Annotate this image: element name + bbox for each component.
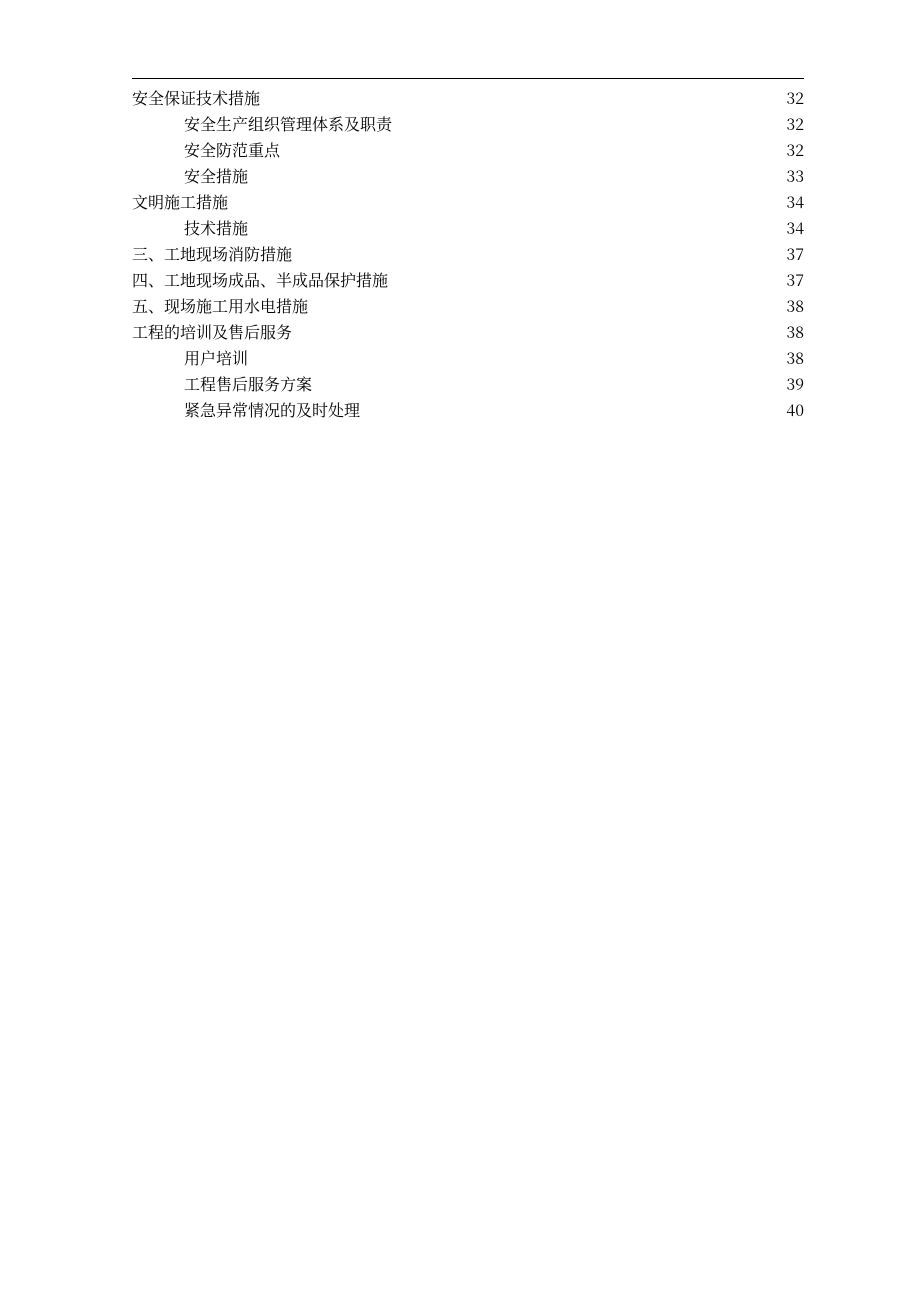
toc-entry-title: 工程售后服务方案: [132, 371, 312, 397]
toc-entry-page: 32: [786, 137, 804, 163]
toc-entry-title: 技术措施: [132, 215, 248, 241]
toc-entry: 安全生产组织管理体系及职责 32: [132, 111, 804, 137]
toc-leader: [294, 322, 784, 338]
toc-leader: [310, 296, 784, 312]
toc-entry-title: 文明施工措施: [132, 189, 228, 215]
toc-entry-title: 安全生产组织管理体系及职责: [132, 111, 392, 137]
toc-entry-page: 37: [786, 241, 804, 267]
toc-entry: 技术措施 34: [132, 215, 804, 241]
toc-entry: 安全保证技术措施 32: [132, 85, 804, 111]
toc-entry-page: 32: [786, 111, 804, 137]
toc-entry: 用户培训 38: [132, 345, 804, 371]
toc-entry: 紧急异常情况的及时处理 40: [132, 397, 804, 423]
toc-entry: 工程的培训及售后服务 38: [132, 319, 804, 345]
toc-entry-title: 安全防范重点: [132, 137, 280, 163]
toc-entry-title: 安全措施: [132, 163, 248, 189]
toc-leader: [250, 166, 784, 182]
toc-entry-title: 四、工地现场成品、半成品保护措施: [132, 267, 388, 293]
toc-leader: [250, 348, 784, 364]
toc-entry-title: 三、工地现场消防措施: [132, 241, 292, 267]
toc-entry: 三、工地现场消防措施 37: [132, 241, 804, 267]
table-of-contents: 安全保证技术措施32安全生产组织管理体系及职责32安全防范重点32安全措施33文…: [132, 85, 804, 423]
toc-entry-page: 34: [786, 189, 804, 215]
toc-entry-title: 紧急异常情况的及时处理: [132, 397, 360, 423]
header-rule: [132, 78, 804, 79]
toc-leader: [390, 270, 784, 286]
toc-entry-page: 33: [786, 163, 804, 189]
document-page: 安全保证技术措施32安全生产组织管理体系及职责32安全防范重点32安全措施33文…: [0, 0, 920, 1302]
toc-leader: [394, 114, 784, 130]
toc-entry: 工程售后服务方案 39: [132, 371, 804, 397]
toc-entry-page: 37: [786, 267, 804, 293]
toc-entry-page: 38: [786, 345, 804, 371]
toc-entry-page: 32: [786, 85, 804, 111]
toc-leader: [250, 218, 784, 234]
toc-entry-title: 用户培训: [132, 345, 248, 371]
toc-leader: [314, 374, 784, 390]
toc-entry: 安全防范重点 32: [132, 137, 804, 163]
toc-entry-page: 39: [786, 371, 804, 397]
toc-entry: 安全措施 33: [132, 163, 804, 189]
toc-entry-title: 五、现场施工用水电措施: [132, 293, 308, 319]
toc-entry-title: 工程的培训及售后服务: [132, 319, 292, 345]
toc-leader: [294, 244, 784, 260]
toc-leader: [362, 400, 784, 416]
toc-entry-page: 34: [786, 215, 804, 241]
toc-entry-page: 40: [786, 397, 804, 423]
toc-leader: [262, 88, 784, 104]
toc-entry-page: 38: [786, 293, 804, 319]
toc-leader: [230, 192, 784, 208]
toc-entry-page: 38: [786, 319, 804, 345]
toc-entry: 文明施工措施 34: [132, 189, 804, 215]
toc-entry-title: 安全保证技术措施: [132, 85, 260, 111]
toc-entry: 四、工地现场成品、半成品保护措施 37: [132, 267, 804, 293]
toc-leader: [282, 140, 784, 156]
toc-entry: 五、现场施工用水电措施 38: [132, 293, 804, 319]
